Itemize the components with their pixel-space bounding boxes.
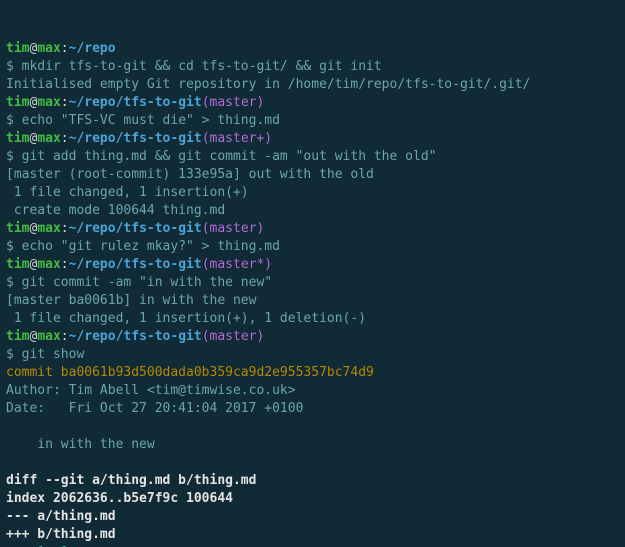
prompt-host: max (37, 131, 60, 146)
diff-minus-file: --- a/thing.md (6, 509, 116, 524)
prompt-user: tim (6, 41, 29, 56)
prompt-path: ~/repo (69, 41, 116, 56)
output-text: 1 file changed, 1 insertion(+), 1 deleti… (6, 311, 366, 326)
output-text: [master ba0061b] in with the new (6, 293, 256, 308)
prompt-colon: : (61, 257, 69, 272)
output-text: create mode 100644 thing.md (6, 203, 225, 218)
command-text: git commit -am "in with the new" (22, 275, 272, 290)
prompt-user: tim (6, 221, 29, 236)
prompt-colon: : (61, 131, 69, 146)
prompt-branch: (master+) (202, 131, 272, 146)
prompt-branch: (master) (202, 329, 265, 344)
prompt-path: ~/repo/tfs-to-git (69, 329, 202, 344)
commit-line: commit ba0061b93d500dada0b359ca9d2e95535… (6, 365, 374, 380)
diff-plus-file: +++ b/thing.md (6, 527, 116, 542)
prompt-host: max (37, 257, 60, 272)
prompt-path: ~/repo/tfs-to-git (69, 95, 202, 110)
prompt-symbol: $ (6, 239, 22, 254)
diff-hunk: @@ -1 +1 @@ (6, 545, 92, 547)
command-text: echo "git rulez mkay?" > thing.md (22, 239, 280, 254)
output-text: Initialised empty Git repository in /hom… (6, 77, 530, 92)
prompt-user: tim (6, 131, 29, 146)
prompt-user: tim (6, 329, 29, 344)
command-text: mkdir tfs-to-git && cd tfs-to-git/ && gi… (22, 59, 382, 74)
prompt-host: max (37, 329, 60, 344)
terminal[interactable]: tim@max:~/repo $ mkdir tfs-to-git && cd … (0, 36, 625, 547)
prompt-user: tim (6, 95, 29, 110)
prompt-symbol: $ (6, 149, 22, 164)
prompt-host: max (37, 95, 60, 110)
prompt-colon: : (61, 221, 69, 236)
prompt-symbol: $ (6, 113, 22, 128)
prompt-symbol: $ (6, 59, 22, 74)
prompt-colon: : (61, 329, 69, 344)
blank-line (6, 419, 14, 434)
command-text: git add thing.md && git commit -am "out … (22, 149, 437, 164)
prompt-branch: (master) (202, 95, 265, 110)
blank-line (6, 455, 14, 470)
prompt-colon: : (61, 41, 69, 56)
prompt-symbol: $ (6, 347, 22, 362)
prompt-path: ~/repo/tfs-to-git (69, 257, 202, 272)
prompt-path: ~/repo/tfs-to-git (69, 131, 202, 146)
prompt-symbol: $ (6, 275, 22, 290)
commit-message: in with the new (6, 437, 155, 452)
prompt-host: max (37, 41, 60, 56)
prompt-colon: : (61, 95, 69, 110)
prompt-user: tim (6, 257, 29, 272)
output-text: [master (root-commit) 133e95a] out with … (6, 167, 374, 182)
command-text: git show (22, 347, 85, 362)
prompt-host: max (37, 221, 60, 236)
prompt-branch: (master) (202, 221, 265, 236)
diff-index: index 2062636..b5e7f9c 100644 (6, 491, 233, 506)
prompt-branch: (master*) (202, 257, 272, 272)
prompt-path: ~/repo/tfs-to-git (69, 221, 202, 236)
author-line: Author: Tim Abell <tim@timwise.co.uk> (6, 383, 296, 398)
output-text: 1 file changed, 1 insertion(+) (6, 185, 249, 200)
diff-header: diff --git a/thing.md b/thing.md (6, 473, 256, 488)
date-line: Date: Fri Oct 27 20:41:04 2017 +0100 (6, 401, 303, 416)
command-text: echo "TFS-VC must die" > thing.md (22, 113, 280, 128)
